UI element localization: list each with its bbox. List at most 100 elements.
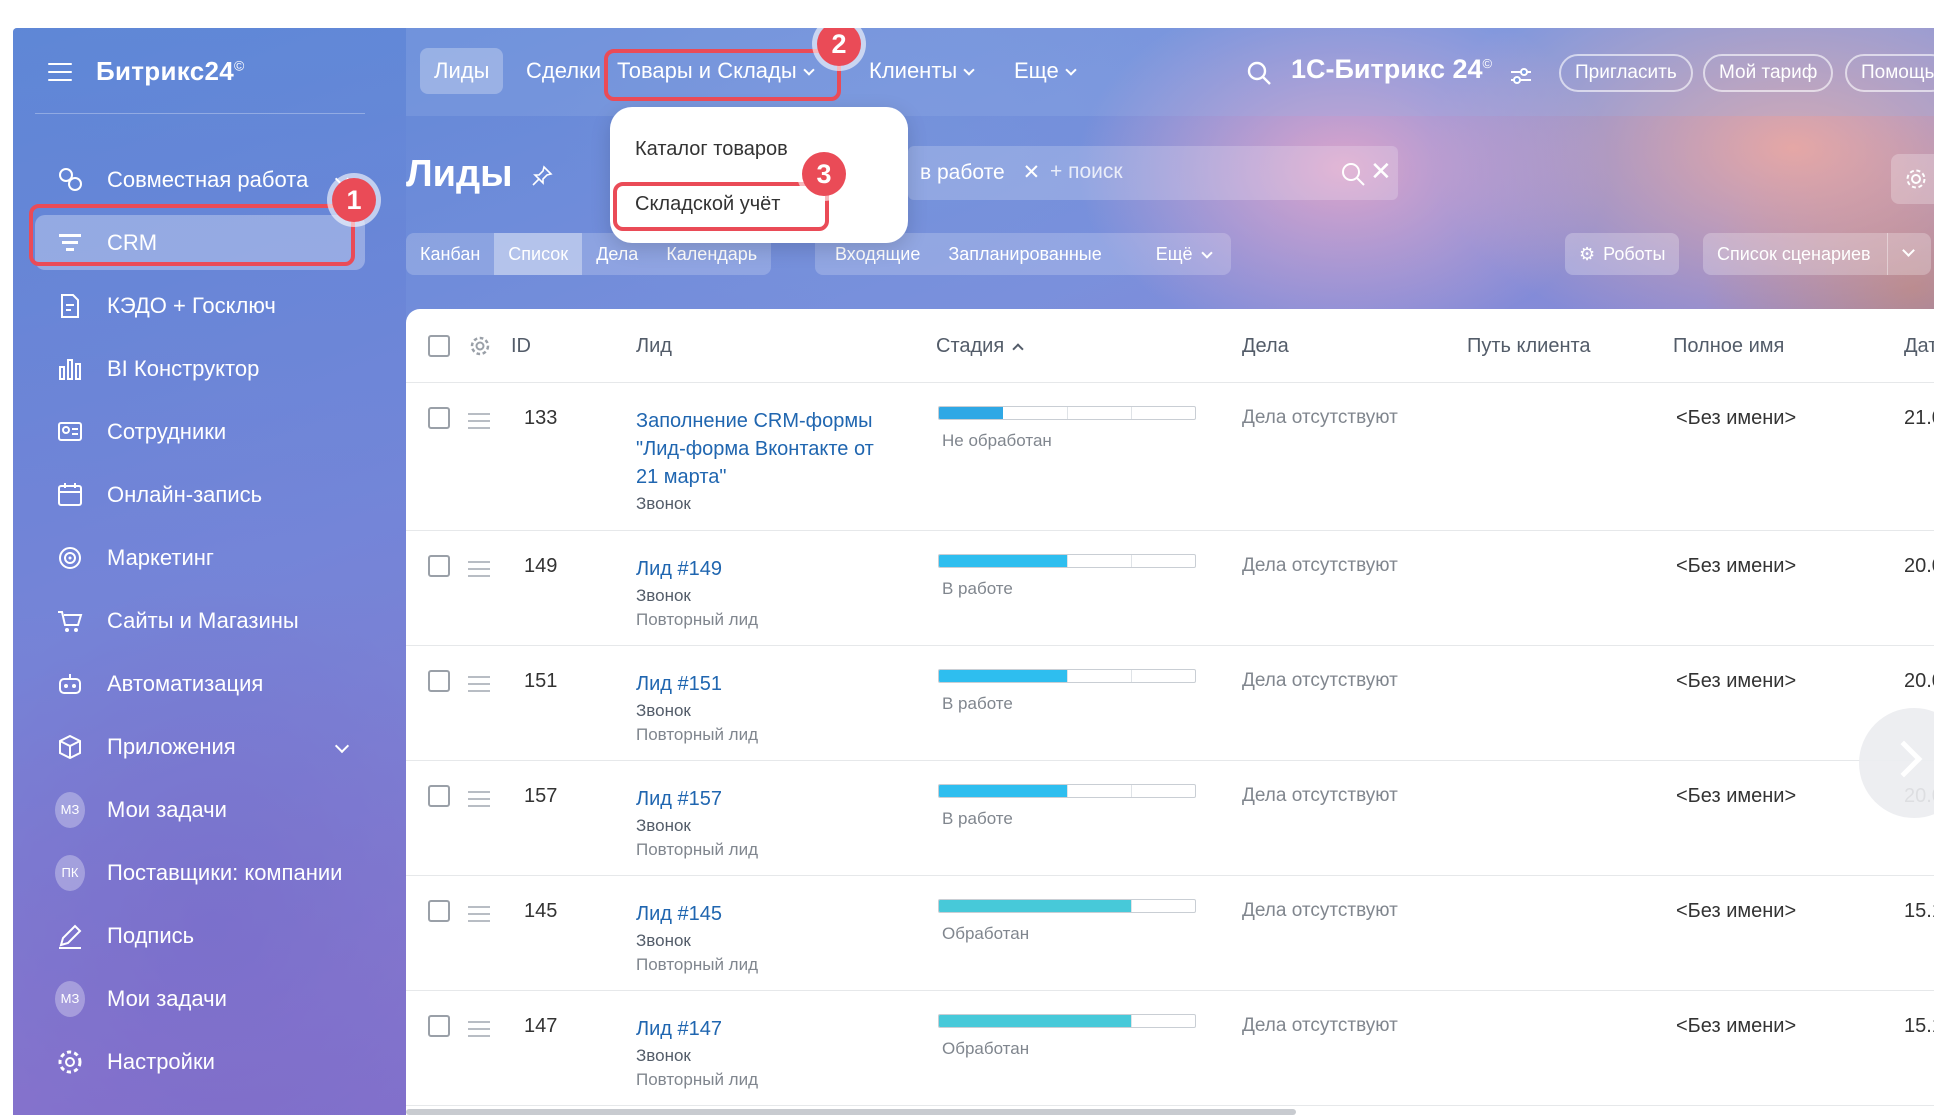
lead-id: 145 [524, 900, 558, 922]
counter-more[interactable]: Ещё [1116, 233, 1225, 275]
counter-planned[interactable]: Запланированные [934, 233, 1115, 275]
table-row[interactable]: 151 Лид #151 Звонок Повторный лид В работе Де… [406, 646, 1934, 761]
robots-button[interactable]: ⚙ Роботы [1565, 233, 1680, 275]
avatar-initials: МЗ [55, 791, 85, 828]
drag-handle-icon[interactable] [468, 1021, 490, 1042]
logo[interactable]: Битрикс24© [96, 56, 245, 87]
stage-progress-fill [939, 670, 1067, 682]
lead-title-link[interactable]: Заполнение CRM-формы "Лид-форма Вконтакт… [636, 407, 896, 491]
scenarios-dropdown-toggle[interactable] [1886, 233, 1931, 275]
sidebar-item-15[interactable]: Настройки [35, 1030, 365, 1093]
column-header-stage[interactable]: Стадия [936, 335, 1024, 358]
menu-icon[interactable] [48, 62, 72, 81]
column-header-customer-journey[interactable]: Путь клиента [1467, 335, 1591, 358]
close-icon[interactable]: ✕ [1023, 161, 1041, 184]
tab-leads[interactable]: Лиды [420, 48, 504, 94]
drag-handle-icon[interactable] [468, 561, 490, 582]
help-button[interactable]: Помощь [1845, 54, 1934, 92]
sidebar-item-12[interactable]: ПК Поставщики: компании [35, 841, 365, 904]
settings-sliders-icon[interactable] [1510, 66, 1532, 86]
activities-status: Дела отсутствуют [1242, 555, 1398, 576]
stage-label: Не обработан [942, 431, 1052, 450]
table-row[interactable]: 147 Лид #147 Звонок Повторный лид Обработан Д… [406, 991, 1934, 1106]
highlight-warehouse-item [613, 182, 829, 231]
view-tab-kanban[interactable]: Канбан [406, 233, 494, 275]
lead-id: 157 [524, 785, 558, 807]
column-header-lead[interactable]: Лид [636, 335, 672, 358]
sidebar-item-11[interactable]: МЗ Мои задачи [35, 778, 365, 841]
filter-chip[interactable]: в работе ✕ [920, 160, 1040, 185]
stage-progress-bar[interactable] [938, 1014, 1196, 1028]
sidebar-item-7[interactable]: Маркетинг [35, 526, 365, 589]
lead-title-link[interactable]: Лид #149 [636, 555, 896, 583]
stage-label: Обработан [942, 924, 1030, 943]
grid-settings-button[interactable] [1891, 154, 1934, 204]
invite-button[interactable]: Пригласить [1559, 54, 1693, 92]
sidebar-item-10[interactable]: Приложения [35, 715, 365, 778]
tab-more[interactable]: Еще [1000, 48, 1089, 94]
stage-progress-bar[interactable] [938, 554, 1196, 568]
table-row[interactable]: 149 Лид #149 Звонок Повторный лид В работе Де… [406, 531, 1934, 646]
row-checkbox[interactable] [428, 1015, 450, 1037]
drag-handle-icon[interactable] [468, 676, 490, 697]
row-checkbox[interactable] [428, 407, 450, 429]
stage-progress-bar[interactable] [938, 669, 1196, 683]
id-card-icon [55, 417, 85, 447]
select-all-checkbox[interactable] [428, 335, 450, 357]
sidebar-item-4[interactable]: BI Конструктор [35, 337, 365, 400]
column-header-id[interactable]: ID [511, 335, 531, 358]
drag-handle-icon[interactable] [468, 413, 490, 434]
chat-bubbles-icon [55, 165, 85, 195]
filter-search[interactable]: в работе ✕ + поиск ✕ [908, 146, 1398, 200]
full-name: <Без имени> [1676, 1015, 1797, 1037]
lead-title-link[interactable]: Лид #147 [636, 1015, 896, 1043]
row-checkbox[interactable] [428, 555, 450, 577]
sidebar-item-14[interactable]: МЗ Мои задачи [35, 967, 365, 1030]
row-checkbox[interactable] [428, 670, 450, 692]
lead-source: Звонок [636, 701, 691, 720]
gear-icon[interactable] [469, 335, 491, 357]
lead-source: Звонок [636, 494, 691, 513]
search-input[interactable]: + поиск [1050, 160, 1123, 184]
my-tariff-button[interactable]: Мой тариф [1703, 54, 1834, 92]
lead-id: 149 [524, 555, 558, 577]
sidebar-item-13[interactable]: Подпись [35, 904, 365, 967]
scenarios-button[interactable]: Список сценариев [1703, 233, 1931, 275]
view-tab-list[interactable]: Список [494, 233, 583, 275]
stage-progress-bar[interactable] [938, 406, 1196, 420]
drag-handle-icon[interactable] [468, 906, 490, 927]
sidebar-item-label: Настройки [107, 1048, 215, 1074]
column-header-date[interactable]: Дата [1904, 335, 1934, 358]
lead-title-link[interactable]: Лид #145 [636, 900, 896, 928]
sidebar-item-9[interactable]: Автоматизация [35, 652, 365, 715]
sidebar-item-5[interactable]: Сотрудники [35, 400, 365, 463]
column-header-full-name[interactable]: Полное имя [1673, 335, 1784, 358]
calendar-icon [55, 480, 85, 510]
table-row[interactable]: 145 Лид #145 Звонок Повторный лид Обработан Д… [406, 876, 1934, 991]
sidebar-item-8[interactable]: Сайты и Магазины [35, 589, 365, 652]
row-checkbox[interactable] [428, 785, 450, 807]
sidebar-item-1[interactable]: Совместная работа [35, 148, 365, 211]
pin-icon[interactable] [531, 165, 553, 187]
menu-item-product-catalog[interactable]: Каталог товаров [635, 138, 788, 161]
lead-title-link[interactable]: Лид #157 [636, 785, 896, 813]
lead-title-link[interactable]: Лид #151 [636, 670, 896, 698]
sidebar-item-6[interactable]: Онлайн-запись [35, 463, 365, 526]
drag-handle-icon[interactable] [468, 791, 490, 812]
search-icon[interactable] [1246, 60, 1272, 86]
search-icon[interactable] [1340, 161, 1366, 187]
grid-header: ID Лид Стадия Дела Путь клиента Полное и… [406, 309, 1934, 383]
table-row[interactable]: 133 Заполнение CRM-формы "Лид-форма Вконт… [406, 383, 1934, 531]
horizontal-scrollbar[interactable] [406, 1109, 1296, 1115]
sidebar-item-label: Сайты и Магазины [107, 607, 299, 633]
clear-icon[interactable]: ✕ [1370, 156, 1392, 187]
tab-clients[interactable]: Клиенты [855, 48, 987, 94]
stage-progress-bar[interactable] [938, 899, 1196, 913]
chevron-down-icon[interactable] [334, 738, 350, 753]
row-checkbox[interactable] [428, 900, 450, 922]
column-header-activities[interactable]: Дела [1242, 335, 1289, 358]
stage-progress-bar[interactable] [938, 784, 1196, 798]
sidebar-item-3[interactable]: КЭДО + Госключ [35, 274, 365, 337]
table-row[interactable]: 157 Лид #157 Звонок Повторный лид В работе Де… [406, 761, 1934, 876]
tab-deals[interactable]: Сделки [512, 48, 615, 94]
